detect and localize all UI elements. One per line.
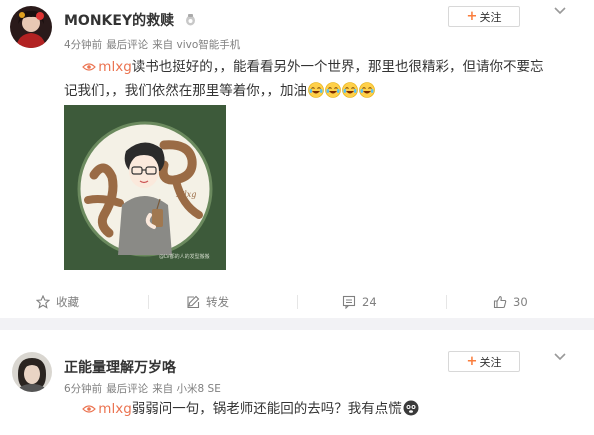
- avatar[interactable]: [10, 6, 52, 48]
- username-text[interactable]: MONKEY的救赎: [64, 13, 174, 29]
- like-count: 30: [513, 295, 528, 309]
- chevron-down-icon[interactable]: [553, 352, 567, 362]
- mention-icon: [82, 63, 97, 71]
- image-watermark: @LV都的人的发型搬搬: [159, 254, 210, 260]
- divider: [148, 295, 149, 309]
- divider: [297, 295, 298, 309]
- signature-text: Mlxg: [175, 190, 196, 199]
- post-meta: 4分钟前 最后评论 来自 vivo智能手机: [64, 37, 244, 52]
- post-source: 来自 小米8 SE: [152, 383, 221, 395]
- avatar-image: [10, 6, 52, 48]
- mention-link[interactable]: mlxg: [98, 59, 131, 75]
- chevron-down-icon[interactable]: [553, 6, 567, 16]
- post-time[interactable]: 6分钟前: [64, 383, 102, 395]
- post-text: mlxg读书也挺好的，，能看看另外一个世界，那里也很精彩，但请你不要忘 记我们，…: [64, 55, 584, 103]
- post-image[interactable]: Mlxg @LV都的人的发型搬搬: [64, 105, 226, 270]
- divider: [446, 295, 447, 309]
- favorite-button[interactable]: 收藏: [36, 288, 79, 316]
- mention-link[interactable]: mlxg: [98, 401, 131, 417]
- action-bar: 收藏 转发 24 30: [0, 288, 594, 316]
- follow-button[interactable]: + 关注: [448, 6, 520, 27]
- post-text-line-1: mlxg读书也挺好的，，能看看另外一个世界，那里也很精彩，但请你不要忘: [64, 55, 584, 79]
- repost-label: 转发: [206, 295, 229, 309]
- post-text-line-1: mlxg弱弱问一句，锅老师还能回的去吗？我有点慌: [64, 397, 584, 421]
- laugh-tears-emoji-icon: [308, 82, 324, 98]
- comment-icon: [342, 295, 356, 309]
- username-text[interactable]: 正能量理解万岁咯: [64, 360, 176, 376]
- laugh-tears-emoji-icon: [342, 82, 358, 98]
- like-button[interactable]: 30: [493, 288, 528, 316]
- share-icon: [187, 295, 200, 309]
- post-text-line-2-body: 记我们，，我们依然在那里等着你，，加油: [64, 83, 307, 99]
- weibo-post: 正能量理解万岁咯 6分钟前 最后评论 来自 小米8 SE + 关注 mlxg弱弱问一…: [0, 330, 594, 435]
- post-source: 来自 vivo智能手机: [152, 39, 241, 51]
- post-text: mlxg弱弱问一句，锅老师还能回的去吗？我有点慌: [64, 397, 584, 421]
- member-badge-icon: [185, 13, 196, 30]
- laugh-tears-emoji-icon: [325, 82, 341, 98]
- plus-icon: +: [466, 9, 478, 24]
- repost-button[interactable]: 转发: [186, 288, 229, 316]
- plus-icon: +: [466, 354, 478, 369]
- comment-count: 24: [362, 295, 377, 309]
- follow-label: 关注: [479, 355, 502, 369]
- feed-separator: [0, 318, 594, 330]
- illustration-image: Mlxg: [64, 105, 226, 270]
- username[interactable]: 正能量理解万岁咯: [64, 357, 176, 377]
- weibo-post: MONKEY的救赎 4分钟前 最后评论 来自 vivo智能手机 + 关注 mlxg读…: [0, 0, 594, 318]
- avatar-image: [12, 352, 52, 392]
- follow-button[interactable]: + 关注: [448, 351, 520, 372]
- avatar[interactable]: [12, 352, 52, 392]
- laugh-tears-emoji-icon: [359, 82, 375, 98]
- post-text-line-2: 记我们，，我们依然在那里等着你，，加油: [64, 79, 584, 103]
- follow-label: 关注: [479, 10, 502, 24]
- username[interactable]: MONKEY的救赎: [64, 10, 196, 30]
- post-last-comment: 最后评论: [106, 39, 149, 51]
- post-meta: 6分钟前 最后评论 来自 小米8 SE: [64, 381, 225, 396]
- favorite-label: 收藏: [56, 295, 79, 309]
- comment-button[interactable]: 24: [342, 288, 377, 316]
- post-time[interactable]: 4分钟前: [64, 39, 102, 51]
- emoji-group: [307, 82, 375, 99]
- post-text-line-1-body: 读书也挺好的，，能看看另外一个世界，那里也很精彩，但请你不要忘: [131, 59, 544, 75]
- post-text-line-1-body: 弱弱问一句，锅老师还能回的去吗？我有点慌: [131, 401, 402, 417]
- scared-face-icon: [403, 400, 419, 416]
- like-icon: [493, 295, 507, 309]
- star-icon: [36, 295, 50, 309]
- post-last-comment: 最后评论: [106, 383, 149, 395]
- mention-icon: [82, 405, 97, 413]
